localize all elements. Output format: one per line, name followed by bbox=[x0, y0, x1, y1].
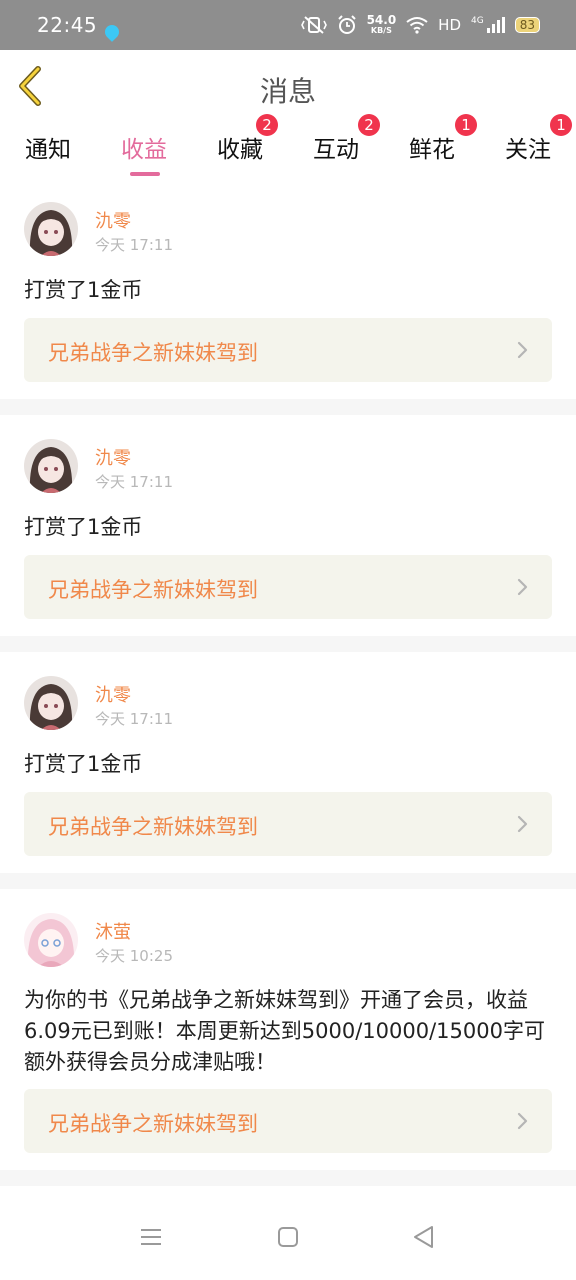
wifi-icon bbox=[406, 16, 428, 34]
status-icons: 54.0 KB/S HD 4G 83 bbox=[300, 14, 540, 35]
username[interactable]: 氿零 bbox=[95, 444, 131, 470]
status-bar: 22:45 54.0 KB/S HD 4G 83 bbox=[0, 0, 576, 50]
avatar-dark-hair-icon bbox=[24, 202, 78, 256]
avatar[interactable] bbox=[24, 913, 78, 967]
tab-label: 通知 bbox=[25, 137, 71, 163]
tab-label: 鲜花 bbox=[409, 137, 455, 163]
system-back-button[interactable] bbox=[404, 1218, 444, 1258]
book-link-button[interactable]: 兄弟战争之新妹妹驾到 bbox=[24, 555, 552, 619]
chevron-right-icon bbox=[517, 1112, 528, 1130]
divider bbox=[0, 399, 576, 415]
message-list: 氿零 今天 17:11 打赏了1金币 兄弟战争之新妹妹驾到 氿零 今天 17:1… bbox=[0, 178, 576, 1186]
avatar-dark-hair-icon bbox=[24, 676, 78, 730]
message-text: 打赏了1金币 bbox=[24, 515, 143, 539]
cell-signal: 4G bbox=[471, 15, 505, 33]
book-title: 兄弟战争之新妹妹驾到 bbox=[48, 341, 258, 365]
message-card: 氿零 今天 17:11 打赏了1金币 兄弟战争之新妹妹驾到 bbox=[0, 652, 576, 873]
avatar-dark-hair-icon bbox=[24, 439, 78, 493]
tab-label: 收益 bbox=[121, 137, 167, 163]
tab-badge: 1 bbox=[550, 114, 572, 136]
tab-favorites[interactable]: 收藏 2 bbox=[192, 114, 288, 164]
chevron-right-icon bbox=[517, 815, 528, 833]
back-triangle-icon bbox=[414, 1226, 433, 1248]
message-text: 打赏了1金币 bbox=[24, 752, 143, 776]
header-bar: 消息 bbox=[0, 50, 576, 122]
chevron-right-icon bbox=[517, 341, 528, 359]
net-speed-unit: KB/S bbox=[370, 26, 392, 35]
divider bbox=[0, 636, 576, 652]
tab-label: 互动 bbox=[313, 137, 359, 163]
tab-flowers[interactable]: 鲜花 1 bbox=[384, 114, 480, 164]
book-link-button[interactable]: 兄弟战争之新妹妹驾到 bbox=[24, 318, 552, 382]
tab-follows[interactable]: 关注 1 bbox=[480, 114, 576, 164]
username[interactable]: 氿零 bbox=[95, 207, 131, 233]
signal-icon bbox=[486, 16, 505, 33]
tab-bar: 通知 收益 收藏 2 互动 2 鲜花 1 关注 1 bbox=[0, 114, 576, 178]
avatar[interactable] bbox=[24, 439, 78, 493]
status-time: 22:45 bbox=[37, 13, 98, 37]
username[interactable]: 氿零 bbox=[95, 681, 131, 707]
tab-notice[interactable]: 通知 bbox=[0, 130, 96, 164]
home-button[interactable] bbox=[268, 1218, 308, 1258]
active-tab-indicator bbox=[130, 172, 160, 176]
tab-earnings[interactable]: 收益 bbox=[96, 130, 192, 176]
tab-label: 关注 bbox=[505, 137, 551, 163]
avatar[interactable] bbox=[24, 676, 78, 730]
tab-badge: 1 bbox=[455, 114, 477, 136]
message-time: 今天 17:11 bbox=[95, 473, 173, 491]
net-speed: 54.0 KB/S bbox=[367, 14, 397, 35]
network-type: 4G bbox=[471, 15, 484, 26]
book-title: 兄弟战争之新妹妹驾到 bbox=[48, 1112, 258, 1136]
message-text: 为你的书《兄弟战争之新妹妹驾到》开通了会员，收益6.09元已到账！本周更新达到5… bbox=[24, 988, 545, 1074]
notification-drop-icon bbox=[102, 22, 122, 42]
tab-interactions[interactable]: 互动 2 bbox=[288, 114, 384, 164]
net-speed-value: 54.0 bbox=[366, 13, 397, 27]
username[interactable]: 沐萤 bbox=[95, 918, 131, 944]
book-link-button[interactable]: 兄弟战争之新妹妹驾到 bbox=[24, 792, 552, 856]
message-time: 今天 10:25 bbox=[95, 947, 173, 965]
system-nav-bar bbox=[0, 1186, 576, 1280]
chevron-right-icon bbox=[517, 578, 528, 596]
message-card: 氿零 今天 17:11 打赏了1金币 兄弟战争之新妹妹驾到 bbox=[0, 415, 576, 636]
book-title: 兄弟战争之新妹妹驾到 bbox=[48, 578, 258, 602]
tab-badge: 2 bbox=[358, 114, 380, 136]
message-card: 沐萤 今天 10:25 为你的书《兄弟战争之新妹妹驾到》开通了会员，收益6.09… bbox=[0, 889, 576, 1170]
message-card: 氿零 今天 17:11 打赏了1金币 兄弟战争之新妹妹驾到 bbox=[0, 178, 576, 399]
menu-icon bbox=[141, 1229, 161, 1245]
message-time: 今天 17:11 bbox=[95, 710, 173, 728]
message-time: 今天 17:11 bbox=[95, 236, 173, 254]
page-title: 消息 bbox=[259, 75, 316, 108]
menu-button[interactable] bbox=[131, 1218, 171, 1258]
divider bbox=[0, 1170, 576, 1186]
message-text: 打赏了1金币 bbox=[24, 278, 143, 302]
alarm-icon bbox=[337, 14, 356, 34]
battery-indicator: 83 bbox=[514, 16, 540, 33]
tab-label: 收藏 bbox=[217, 137, 263, 163]
book-link-button[interactable]: 兄弟战争之新妹妹驾到 bbox=[24, 1089, 552, 1153]
tab-badge: 2 bbox=[256, 114, 278, 136]
divider bbox=[0, 873, 576, 889]
vibrate-mute-icon bbox=[300, 15, 327, 34]
avatar[interactable] bbox=[24, 202, 78, 256]
book-title: 兄弟战争之新妹妹驾到 bbox=[48, 815, 258, 839]
avatar-pink-hair-icon bbox=[24, 913, 78, 967]
home-square-icon bbox=[278, 1227, 298, 1247]
hd-label: HD bbox=[438, 15, 462, 34]
